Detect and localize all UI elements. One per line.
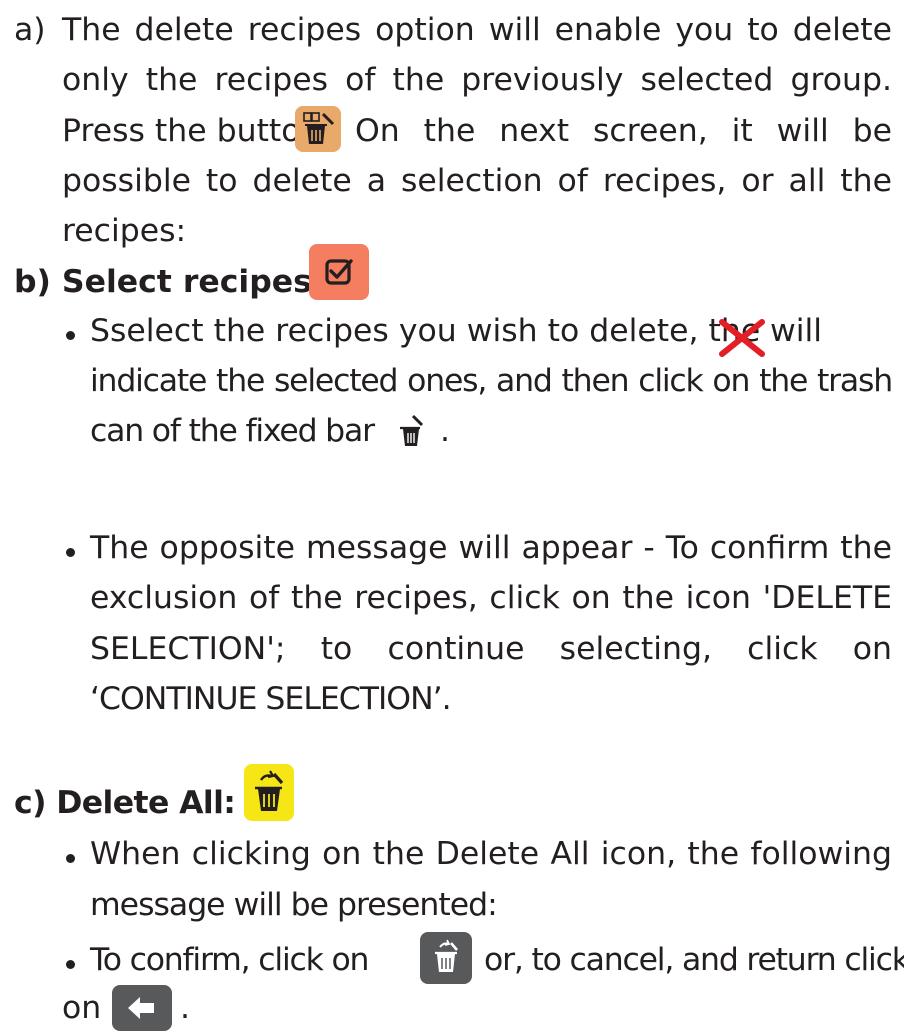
trash-bar-icon — [394, 411, 428, 451]
section-b-bullet1-line2: indicate the selected ones, and then cli… — [90, 363, 893, 399]
section-c-bullet2-line1-start: To confirm, click on — [90, 942, 370, 978]
delete-recipes-icon — [295, 106, 341, 152]
delete-all-icon — [244, 764, 294, 821]
section-b-bullet2-line3: SELECTION'; to continue selecting, click… — [90, 631, 892, 667]
section-c-bullet1-line2: message will be presented: — [90, 887, 498, 923]
bullet-dot — [66, 331, 75, 340]
section-b-bullet1-line3-start: can of the fixed bar — [90, 413, 375, 449]
section-b-bullet2-line2: exclusion of the recipes, click on the i… — [90, 580, 892, 616]
bullet-dot — [66, 548, 75, 557]
section-a-line3-end: On the next screen, it will be — [355, 113, 892, 149]
section-a-line2: only the recipes of the previously selec… — [62, 62, 892, 98]
section-c-bullet2-line2-start: on — [62, 990, 102, 1026]
section-a-line3-start: Press the button. — [62, 113, 331, 149]
section-b-bullet2-line1: The opposite message will appear - To co… — [90, 530, 892, 566]
section-b-bullet1-line1-start: Sselect the recipes you wish to delete, … — [90, 313, 761, 349]
red-x-icon — [718, 318, 766, 358]
section-b-bullet1-line1-end: will — [770, 313, 823, 349]
bullet-dot — [66, 854, 75, 863]
section-a-line5: recipes: — [62, 213, 187, 249]
section-b-bullet1-line3-end: . — [440, 413, 451, 449]
section-a-line1: The delete recipes option will enable yo… — [62, 12, 892, 48]
section-c-bullet1-line1: When clicking on the Delete All icon, th… — [90, 836, 892, 872]
section-a-line4: possible to delete a selection of recipe… — [62, 163, 892, 199]
section-c-heading: c) Delete All: — [14, 785, 236, 821]
section-c-bullet2-line2-end: . — [180, 990, 191, 1026]
trash-confirm-icon — [420, 932, 472, 984]
section-c-bullet2-line1-end: or, to cancel, and return click — [484, 942, 904, 978]
section-b-bullet2-line4: ‘CONTINUE SELECTION’. — [90, 681, 452, 717]
back-arrow-icon — [112, 985, 172, 1031]
bullet-dot — [66, 960, 75, 969]
section-a-marker: a) — [14, 12, 46, 48]
checkbox-icon — [309, 244, 369, 300]
section-b-heading: b) Select recipes: — [14, 264, 325, 300]
